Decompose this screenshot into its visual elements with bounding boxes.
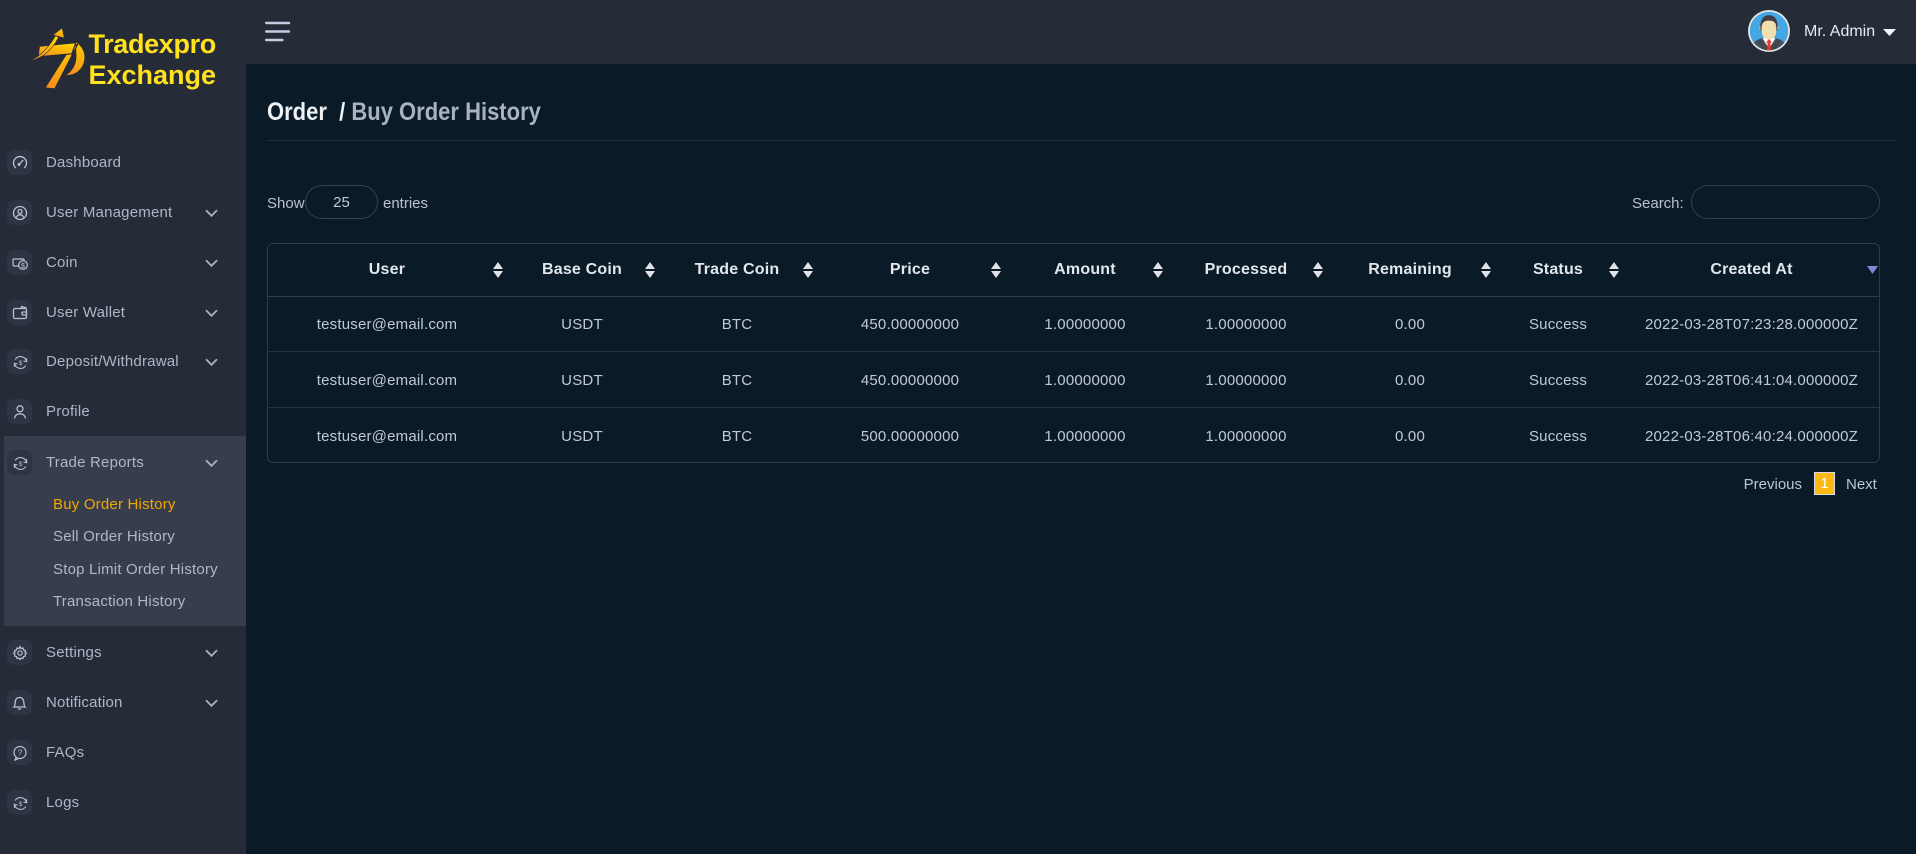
svg-text:?: ?: [17, 748, 22, 757]
svg-text:$: $: [18, 360, 22, 367]
svg-text:$: $: [18, 461, 22, 468]
svg-text:$: $: [18, 801, 22, 808]
